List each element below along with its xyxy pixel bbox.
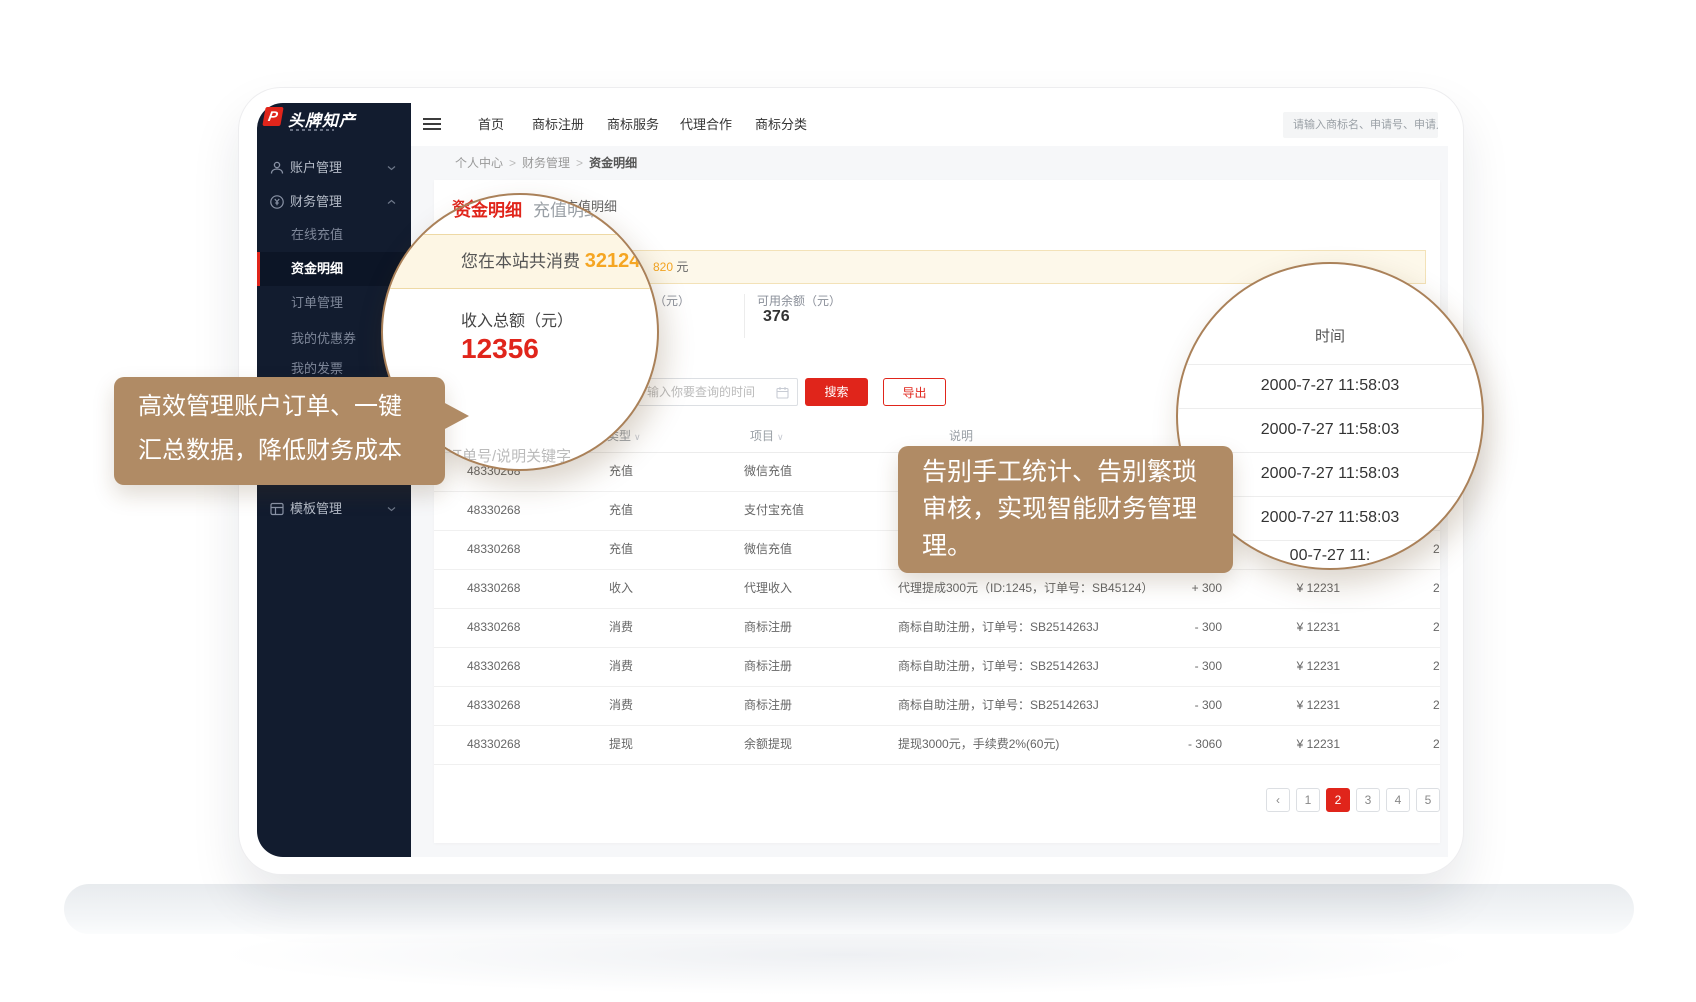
chevron-down-icon (387, 506, 396, 512)
pagination-page-2-active[interactable]: 2 (1326, 788, 1350, 812)
row-divider (1178, 408, 1482, 409)
sidebar-item-label: 账户管理 (290, 151, 342, 185)
sidebar-item-label: 资金明细 (291, 252, 343, 286)
notice-tail: 820 元 (653, 251, 688, 283)
nav-item-home[interactable]: 首页 (478, 103, 504, 146)
row-divider (1178, 364, 1482, 365)
sidebar-item-account[interactable]: 账户管理 (257, 151, 411, 185)
chevron-down-icon (387, 165, 396, 171)
date-input[interactable] (638, 378, 798, 406)
available-balance-value: 376 (763, 308, 790, 326)
hamburger-menu-icon[interactable] (423, 118, 441, 131)
breadcrumb-item[interactable]: 个人中心 (455, 156, 503, 170)
callout-right: 告别手工统计、告别繁琐 审核，实现智能财务管理 理。 (898, 446, 1233, 573)
top-navbar: 首页 商标注册 商标服务 代理合作 商标分类 (411, 103, 1448, 146)
template-icon (269, 501, 285, 517)
calendar-icon (776, 386, 789, 399)
stat-divider (744, 294, 745, 338)
table-row: 48330268消费商标注册商标自助注册，订单号：SB2514263J- 300… (434, 686, 1440, 726)
stage: P 头牌知产 账户管理 财务管理 在线充值 资金明细 订单管理 我的优惠券 (0, 0, 1696, 1002)
laptop-base (64, 884, 1634, 934)
table-row: 48330268提现余额提现提现3000元，手续费2%(60元)- 3060¥ … (434, 725, 1440, 765)
logo: P 头牌知产 (257, 103, 411, 143)
export-button[interactable]: 导出 (883, 378, 946, 406)
magnified-keyword-placeholder: 订单号/说明关键字 (447, 445, 571, 466)
magnified-income-value: 12356 (461, 333, 539, 365)
breadcrumb-item[interactable]: 财务管理 (522, 156, 570, 170)
sidebar-item-label: 订单管理 (291, 286, 343, 320)
search-button[interactable]: 搜索 (805, 378, 868, 406)
finance-icon (269, 194, 285, 210)
nav-item-agency[interactable]: 代理合作 (680, 103, 732, 146)
sidebar-item-label: 模板管理 (290, 492, 342, 526)
callout-line: 理。 (922, 528, 1209, 565)
active-indicator-bar (257, 252, 260, 286)
nav-item-tm-register[interactable]: 商标注册 (532, 103, 584, 146)
magnified-tab-active: 资金明细 (454, 196, 522, 221)
sidebar-item-label: 我的优惠券 (291, 322, 356, 356)
table-row: 48330268消费商标注册商标自助注册，订单号：SB2514263J- 300… (434, 608, 1440, 648)
logo-icon: P (262, 107, 283, 126)
magnified-time-value: 2000-7-27 11:58:03 (1178, 377, 1482, 395)
nav-item-tm-category[interactable]: 商标分类 (755, 103, 807, 146)
nav-item-tm-service[interactable]: 商标服务 (607, 103, 659, 146)
magnified-time-value: 2000-7-27 11:58:03 (1178, 421, 1482, 439)
pagination-page-4[interactable]: 4 (1386, 788, 1410, 812)
pagination-page-5[interactable]: 5 (1416, 788, 1440, 812)
pagination: ‹ 1 2 3 4 5 (1266, 788, 1440, 812)
chevron-up-icon (387, 199, 396, 205)
available-balance-label: 可用余额（元） (757, 292, 841, 309)
breadcrumb-current: 资金明细 (589, 156, 637, 170)
search-input[interactable] (1283, 112, 1438, 138)
table-row: 48330268消费商标注册商标自助注册，订单号：SB2514263J- 300… (434, 647, 1440, 687)
magnified-notice-text: 您在本站共消费 32124 (461, 235, 640, 288)
callout-line: 高效管理账户订单、一键 (138, 385, 421, 429)
magnified-tab-inactive: 充值明细 (533, 196, 601, 221)
sidebar-item-label: 财务管理 (290, 185, 342, 219)
magnified-notice-bar: 您在本站共消费 32124 (383, 234, 657, 289)
callout-left-arrow (443, 402, 469, 430)
sidebar-item-finance[interactable]: 财务管理 (257, 185, 411, 219)
sidebar-item-templates[interactable]: 模板管理 (257, 492, 411, 526)
pagination-page-1[interactable]: 1 (1296, 788, 1320, 812)
magnified-income-label: 收入总额（元） (461, 307, 573, 331)
magnified-time-header: 时间 (1178, 325, 1482, 346)
sidebar-item-label: 在线充值 (291, 218, 343, 252)
table-row: 48330268收入代理收入代理提成300元（ID:1245，订单号：SB451… (434, 569, 1440, 609)
callout-line: 审核，实现智能财务管理 (922, 491, 1209, 528)
logo-tagline-dots (290, 129, 334, 131)
pagination-page-3[interactable]: 3 (1356, 788, 1380, 812)
user-icon (269, 160, 285, 176)
breadcrumb: 个人中心>财务管理>资金明细 (455, 146, 637, 180)
callout-line: 汇总数据，降低财务成本 (138, 429, 421, 473)
col-header-project[interactable]: 项目 (750, 420, 784, 453)
pagination-prev[interactable]: ‹ (1266, 788, 1290, 812)
callout-left: 高效管理账户订单、一键 汇总数据，降低财务成本 (114, 377, 445, 485)
callout-line: 告别手工统计、告别繁琐 (922, 454, 1209, 491)
logo-title: 头牌知产 (288, 107, 356, 131)
